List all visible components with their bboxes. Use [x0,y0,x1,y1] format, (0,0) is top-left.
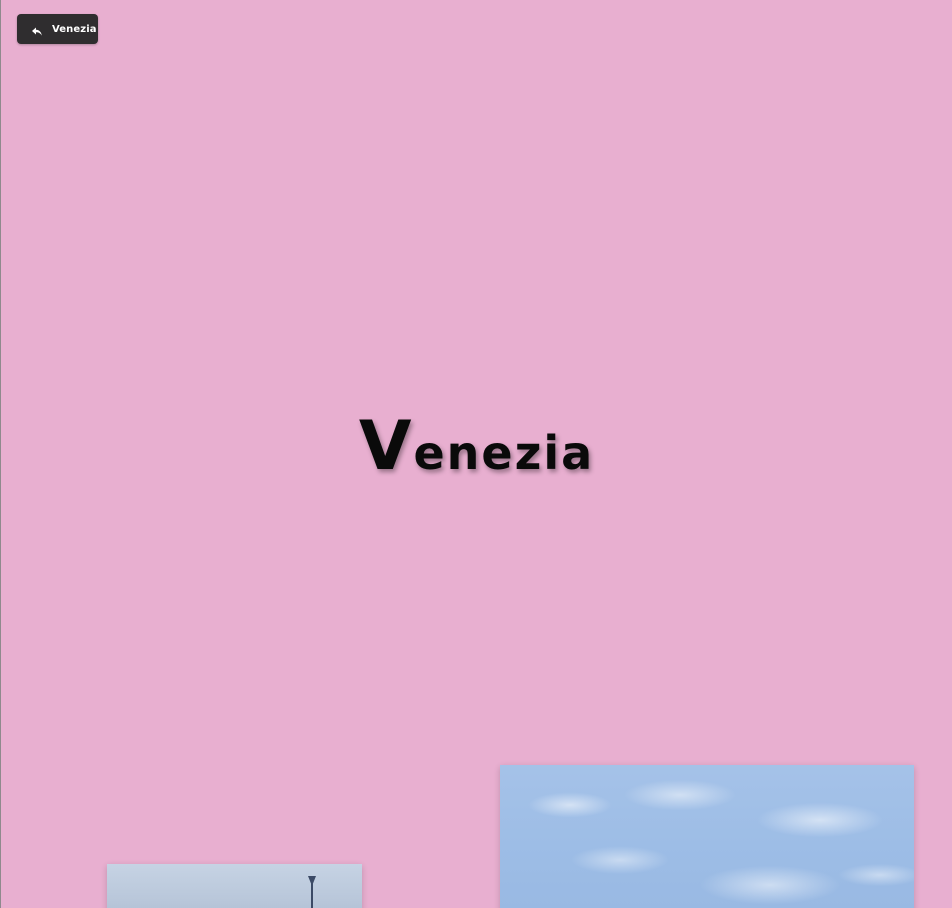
page-title-first-letter: V [358,407,414,486]
page: Venezia Venezia [0,0,952,908]
page-title: Venezia [1,413,952,481]
back-button[interactable]: Venezia [17,14,98,44]
gallery-photo-right[interactable] [500,765,914,908]
reply-arrow-icon [31,23,43,36]
flag-graphic [308,876,316,886]
page-title-rest: enezia [413,426,595,480]
gallery-photo-left[interactable] [107,864,362,908]
back-button-label: Venezia [52,23,97,35]
